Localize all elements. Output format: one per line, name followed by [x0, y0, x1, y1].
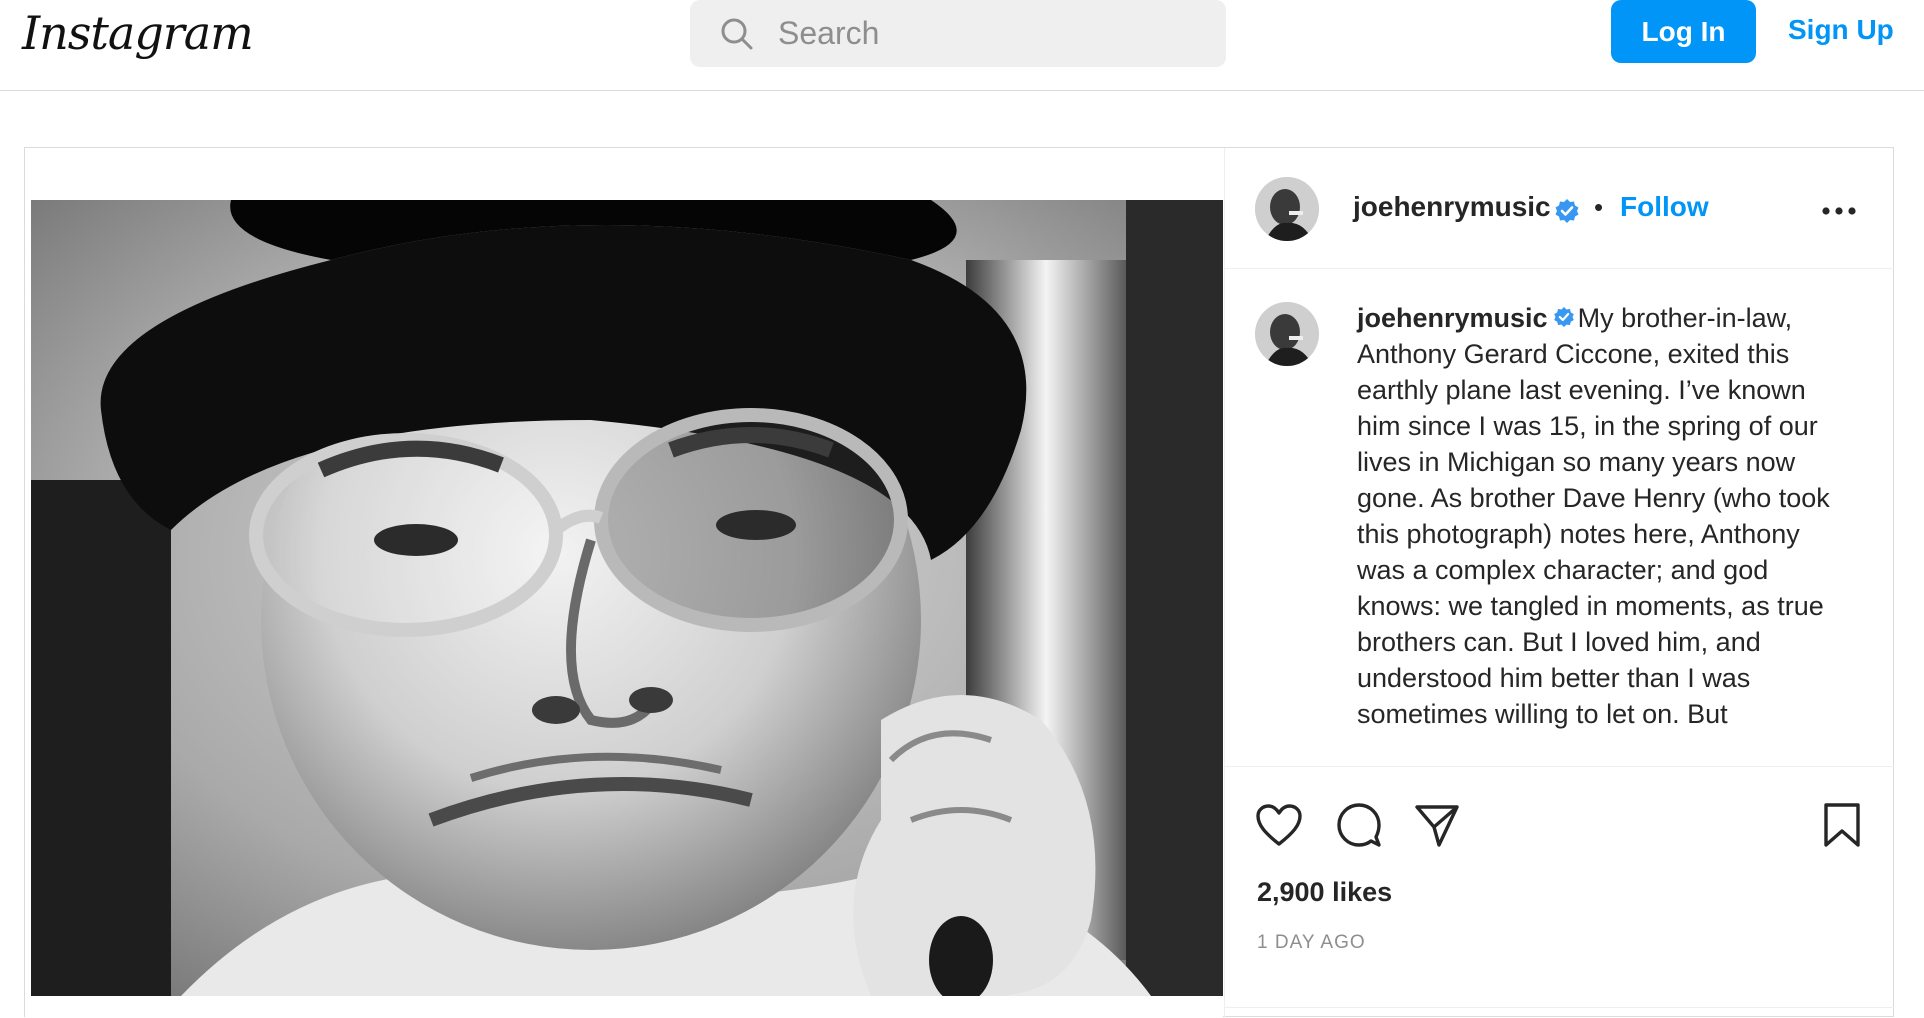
- caption-username[interactable]: joehenrymusic: [1357, 303, 1548, 333]
- avatar-image: [1255, 177, 1319, 241]
- caption-avatar[interactable]: [1255, 302, 1319, 366]
- post-side-panel: joehenrymusic • Follow joehenrymusic My …: [1224, 148, 1894, 1018]
- search-box[interactable]: [690, 0, 1226, 67]
- post-header: joehenrymusic • Follow: [1225, 148, 1894, 269]
- top-navigation-bar: Instagram Log In Sign Up: [0, 0, 1924, 91]
- caption-text: joehenrymusic My brother-in-law, Anthony …: [1357, 300, 1845, 732]
- likes-count[interactable]: 2,900 likes: [1257, 877, 1392, 908]
- sign-up-link[interactable]: Sign Up: [1788, 14, 1894, 46]
- follow-button[interactable]: Follow: [1620, 191, 1709, 223]
- search-input[interactable]: [778, 12, 1198, 54]
- share-icon[interactable]: [1413, 801, 1461, 849]
- more-options-icon[interactable]: [1821, 206, 1857, 216]
- caption-body: My brother-in-law, Anthony Gerard Ciccon…: [1357, 303, 1830, 729]
- log-in-button[interactable]: Log In: [1611, 0, 1756, 63]
- post-actions: 2,900 likes 1 DAY AGO: [1225, 766, 1894, 1018]
- post-media-area: [25, 148, 1223, 1018]
- caption-verified-badge-icon: [1553, 307, 1574, 327]
- separator-dot: •: [1594, 192, 1604, 222]
- post-card: joehenrymusic • Follow joehenrymusic My …: [24, 147, 1894, 1018]
- verified-badge-icon: [1555, 199, 1579, 223]
- post-timestamp[interactable]: 1 DAY AGO: [1257, 932, 1366, 954]
- post-author-username[interactable]: joehenrymusic: [1353, 191, 1551, 223]
- post-photo[interactable]: [31, 200, 1223, 996]
- heart-icon[interactable]: [1255, 803, 1303, 847]
- bookmark-icon[interactable]: [1821, 801, 1863, 849]
- comment-icon[interactable]: [1335, 801, 1383, 849]
- search-icon: [721, 18, 753, 50]
- caption-avatar-image: [1255, 302, 1319, 366]
- caption-area: joehenrymusic My brother-in-law, Anthony …: [1225, 270, 1894, 770]
- divider: [1225, 1007, 1894, 1008]
- instagram-logo[interactable]: Instagram: [22, 6, 254, 60]
- avatar[interactable]: [1255, 177, 1319, 241]
- portrait-image: [31, 200, 1223, 996]
